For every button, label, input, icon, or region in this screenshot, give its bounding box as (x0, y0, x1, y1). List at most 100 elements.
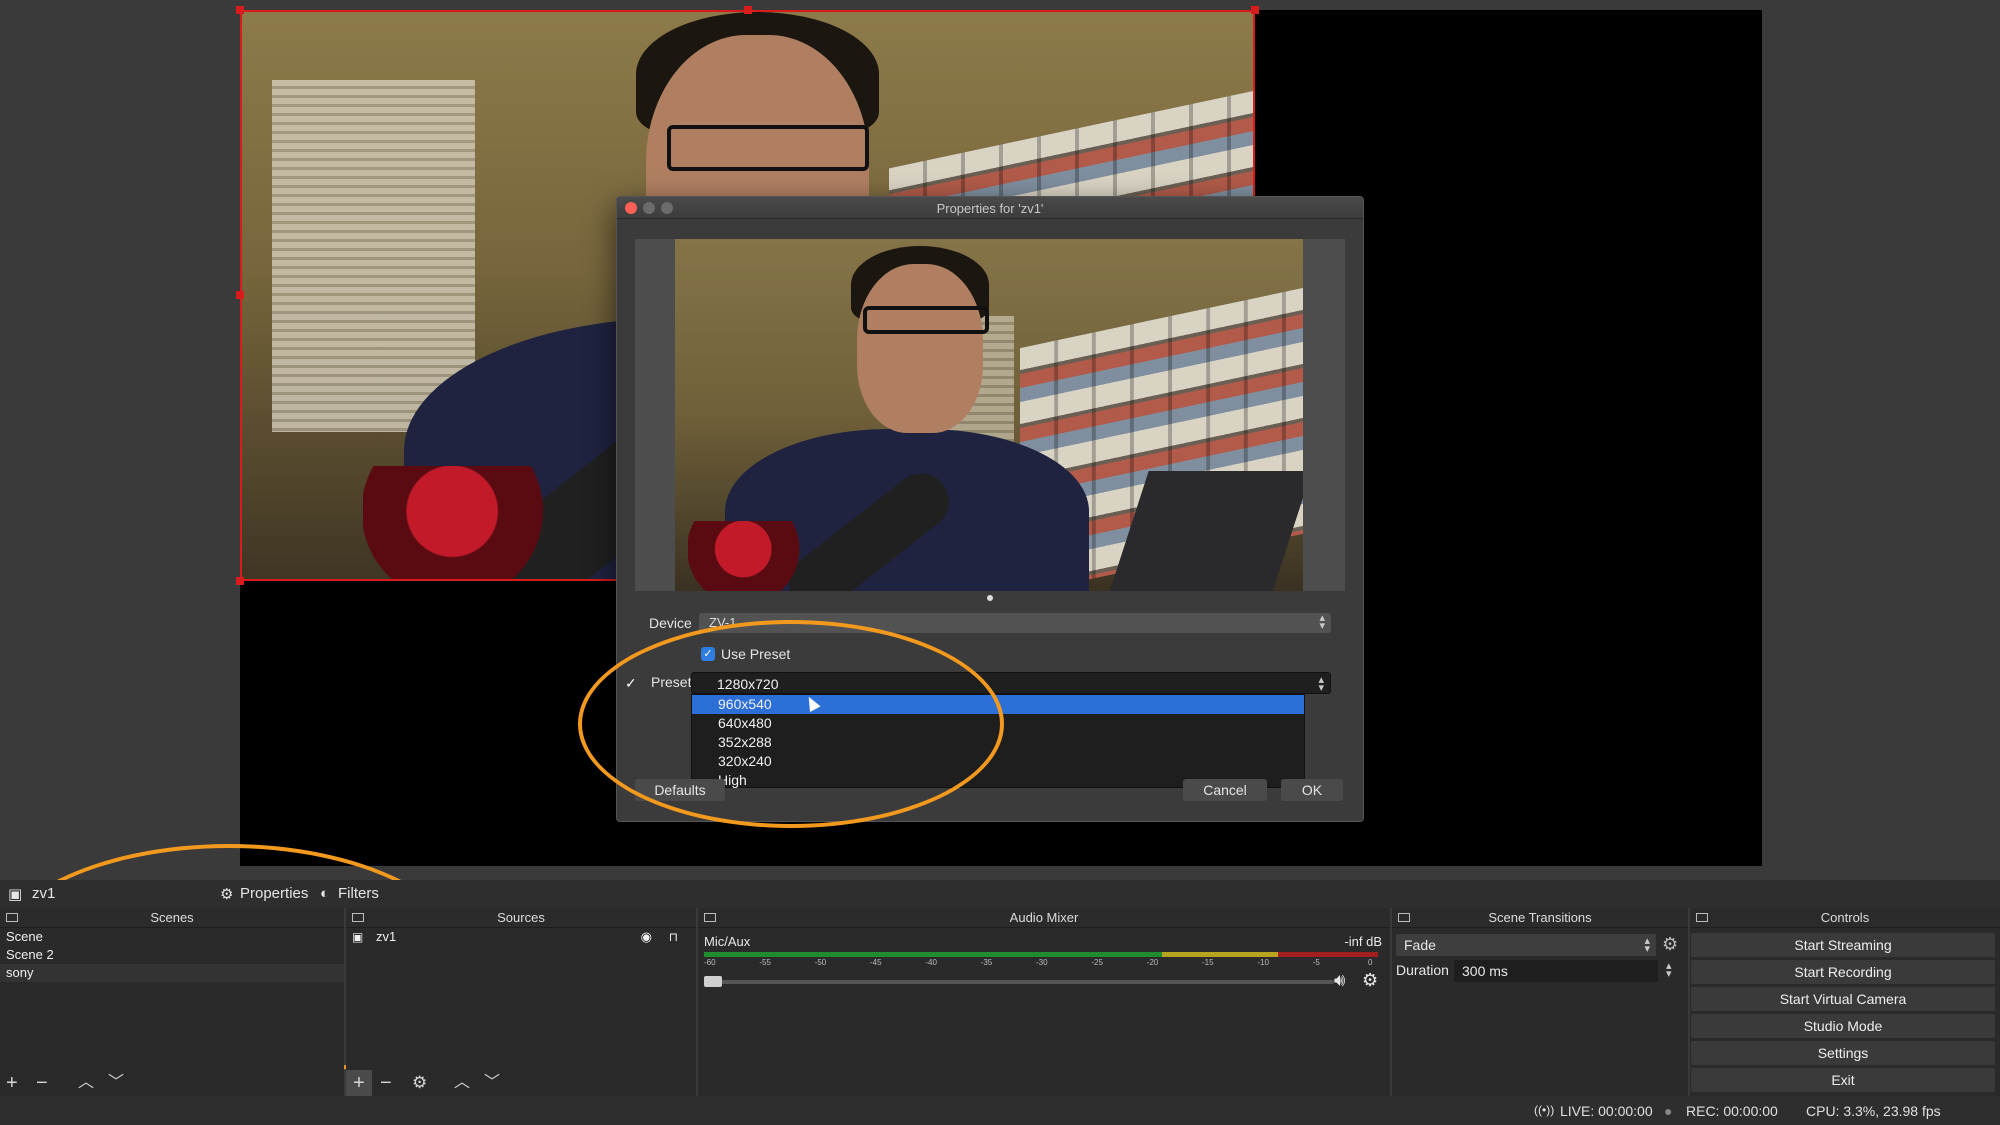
transition-value: Fade (1404, 937, 1436, 953)
gear-icon[interactable]: ⚙ (1362, 970, 1378, 991)
remove-source-button[interactable]: − (380, 1070, 392, 1096)
ok-button[interactable]: OK (1281, 779, 1343, 801)
meter-yellow (1162, 952, 1278, 957)
source-toolbar: ▣ zv1 ⚙ Properties ◐ Filters (0, 880, 2000, 908)
dock-float-icon[interactable] (1696, 913, 1708, 922)
select-arrows-icon: ▴ ▾ (1319, 612, 1325, 632)
meter-scale-label: -50 (814, 958, 827, 967)
start-recording-button[interactable]: Start Recording (1691, 960, 1995, 984)
meter-scale-label: -20 (1146, 958, 1159, 967)
meter-scale-label: -5 (1312, 958, 1320, 967)
record-dot-icon: ● (1664, 1103, 1673, 1119)
scene-transitions-header: Scene Transitions (1392, 908, 1688, 928)
settings-button[interactable]: Settings (1691, 1041, 1995, 1065)
scenes-title: Scenes (150, 910, 194, 925)
cancel-button[interactable]: Cancel (1183, 779, 1267, 801)
start-streaming-button[interactable]: Start Streaming (1691, 933, 1995, 957)
dock-float-icon[interactable] (352, 913, 364, 922)
gear-icon[interactable]: ⚙ (1662, 934, 1678, 955)
move-scene-up-button[interactable]: ︿ (78, 1070, 94, 1096)
meter-scale-label: -45 (870, 958, 882, 967)
meter-scale-label: -40 (925, 958, 937, 967)
gear-icon: ⚙ (220, 886, 234, 903)
sources-dock-header: Sources (346, 908, 696, 928)
resize-handle-top-left[interactable] (236, 6, 244, 14)
lock-icon[interactable]: ⊓ (669, 928, 678, 946)
camera-icon: ▣ (352, 930, 364, 944)
select-arrows-icon: ▴ ▾ (1644, 935, 1650, 955)
filters-button[interactable]: Filters (338, 885, 379, 902)
device-label: Device (649, 615, 692, 631)
meter-green (704, 952, 1162, 957)
meter-scale-label: -10 (1257, 958, 1269, 967)
meter-scale-label: -15 (1202, 958, 1214, 967)
scene-item-sony[interactable]: sony (0, 964, 344, 982)
duration-input[interactable]: 300 ms (1454, 960, 1658, 982)
move-source-down-button[interactable]: ﹀ (484, 1070, 500, 1096)
rec-timer: REC: 00:00:00 (1686, 1103, 1778, 1119)
cpu-fps: CPU: 3.3%, 23.98 fps (1806, 1103, 1941, 1119)
meter-red (1278, 952, 1378, 957)
scenes-footer: + − ︿ ﹀ (0, 1070, 344, 1096)
broadcast-icon: ((•)) (1534, 1103, 1555, 1117)
visibility-eye-icon[interactable]: ◉ (641, 928, 652, 946)
annotation-ring-preset (578, 620, 1004, 828)
meter-scale-label: -55 (759, 958, 771, 967)
audio-mixer-body: Mic/Aux -inf dB -60 -55 -50 -45 -40 -35 -30 -25… (698, 928, 1390, 1096)
resize-handle-top[interactable] (744, 6, 752, 14)
dialog-preview-image (675, 239, 1303, 591)
source-properties-gear-icon[interactable]: ⚙ (412, 1070, 427, 1096)
resize-handle-bottom-left[interactable] (236, 577, 244, 585)
channel-name: Mic/Aux (704, 934, 751, 949)
channel-level: -inf dB (1344, 934, 1382, 949)
add-source-button[interactable]: + (346, 1070, 372, 1096)
duration-stepper-icon[interactable]: ▴ ▾ (1666, 961, 1672, 980)
sources-title: Sources (497, 910, 545, 925)
camera-icon: ▣ (8, 886, 23, 903)
volume-slider-handle[interactable] (704, 976, 722, 987)
sources-footer: + − ⚙ ︿ ﹀ (346, 1070, 696, 1096)
scene-transitions-title: Scene Transitions (1488, 910, 1592, 925)
scene-item-scene[interactable]: Scene (0, 928, 344, 946)
source-name: zv1 (32, 885, 56, 902)
properties-button[interactable]: Properties (240, 885, 308, 902)
studio-mode-button[interactable]: Studio Mode (1691, 1014, 1995, 1038)
move-scene-down-button[interactable]: ﹀ (108, 1070, 124, 1096)
speaker-icon[interactable]: 🔊︎ (1334, 970, 1345, 991)
controls-header: Controls (1690, 908, 2000, 928)
meter-scale-label: -30 (1036, 958, 1048, 967)
source-item-zv1[interactable]: ▣ zv1 ◉ ⊓ (346, 928, 696, 946)
duration-value: 300 ms (1462, 963, 1508, 979)
exit-button[interactable]: Exit (1691, 1068, 1995, 1092)
remove-scene-button[interactable]: − (36, 1070, 48, 1096)
filters-icon: ◐ (320, 885, 330, 902)
live-timer: LIVE: 00:00:00 (1560, 1103, 1653, 1119)
dock-float-icon[interactable] (6, 913, 18, 922)
meter-scale-label: 0 (1368, 958, 1373, 967)
meter-scale-label: -60 (704, 958, 716, 967)
dialog-titlebar: Properties for 'zv1' (617, 197, 1363, 219)
dock-float-icon[interactable] (1398, 913, 1410, 922)
resize-handle-top-right[interactable] (1251, 6, 1259, 14)
volume-slider-track[interactable] (704, 980, 1334, 984)
scenes-dock-header: Scenes (0, 908, 344, 928)
meter-scale-label: -35 (980, 958, 993, 967)
move-source-up-button[interactable]: ︿ (454, 1070, 470, 1096)
dialog-title: Properties for 'zv1' (936, 201, 1044, 216)
transition-select[interactable]: Fade ▴ ▾ (1396, 934, 1656, 956)
controls-title: Controls (1820, 910, 1870, 925)
select-arrows-icon: ▴ ▾ (1318, 674, 1324, 694)
audio-mixer-header: Audio Mixer (698, 908, 1390, 928)
splitter-handle[interactable] (987, 595, 993, 601)
source-item-label: zv1 (376, 929, 397, 944)
meter-scale: -60 -55 -50 -45 -40 -35 -30 -25 -20 -15 -10 -5 0 (704, 958, 1378, 970)
resize-handle-left[interactable] (236, 291, 244, 299)
audio-mixer-title: Audio Mixer (1009, 910, 1079, 925)
scene-transitions-body: Fade ▴ ▾ ⚙ Duration 300 ms ▴ ▾ (1392, 928, 1688, 1096)
meter-scale-label: -25 (1091, 958, 1103, 967)
add-scene-button[interactable]: + (6, 1070, 18, 1096)
status-bar: ((•)) LIVE: 00:00:00 ● REC: 00:00:00 CPU… (0, 1096, 2000, 1125)
dock-float-icon[interactable] (704, 913, 716, 922)
start-virtual-camera-button[interactable]: Start Virtual Camera (1691, 987, 1995, 1011)
scene-item-scene-2[interactable]: Scene 2 (0, 946, 344, 964)
